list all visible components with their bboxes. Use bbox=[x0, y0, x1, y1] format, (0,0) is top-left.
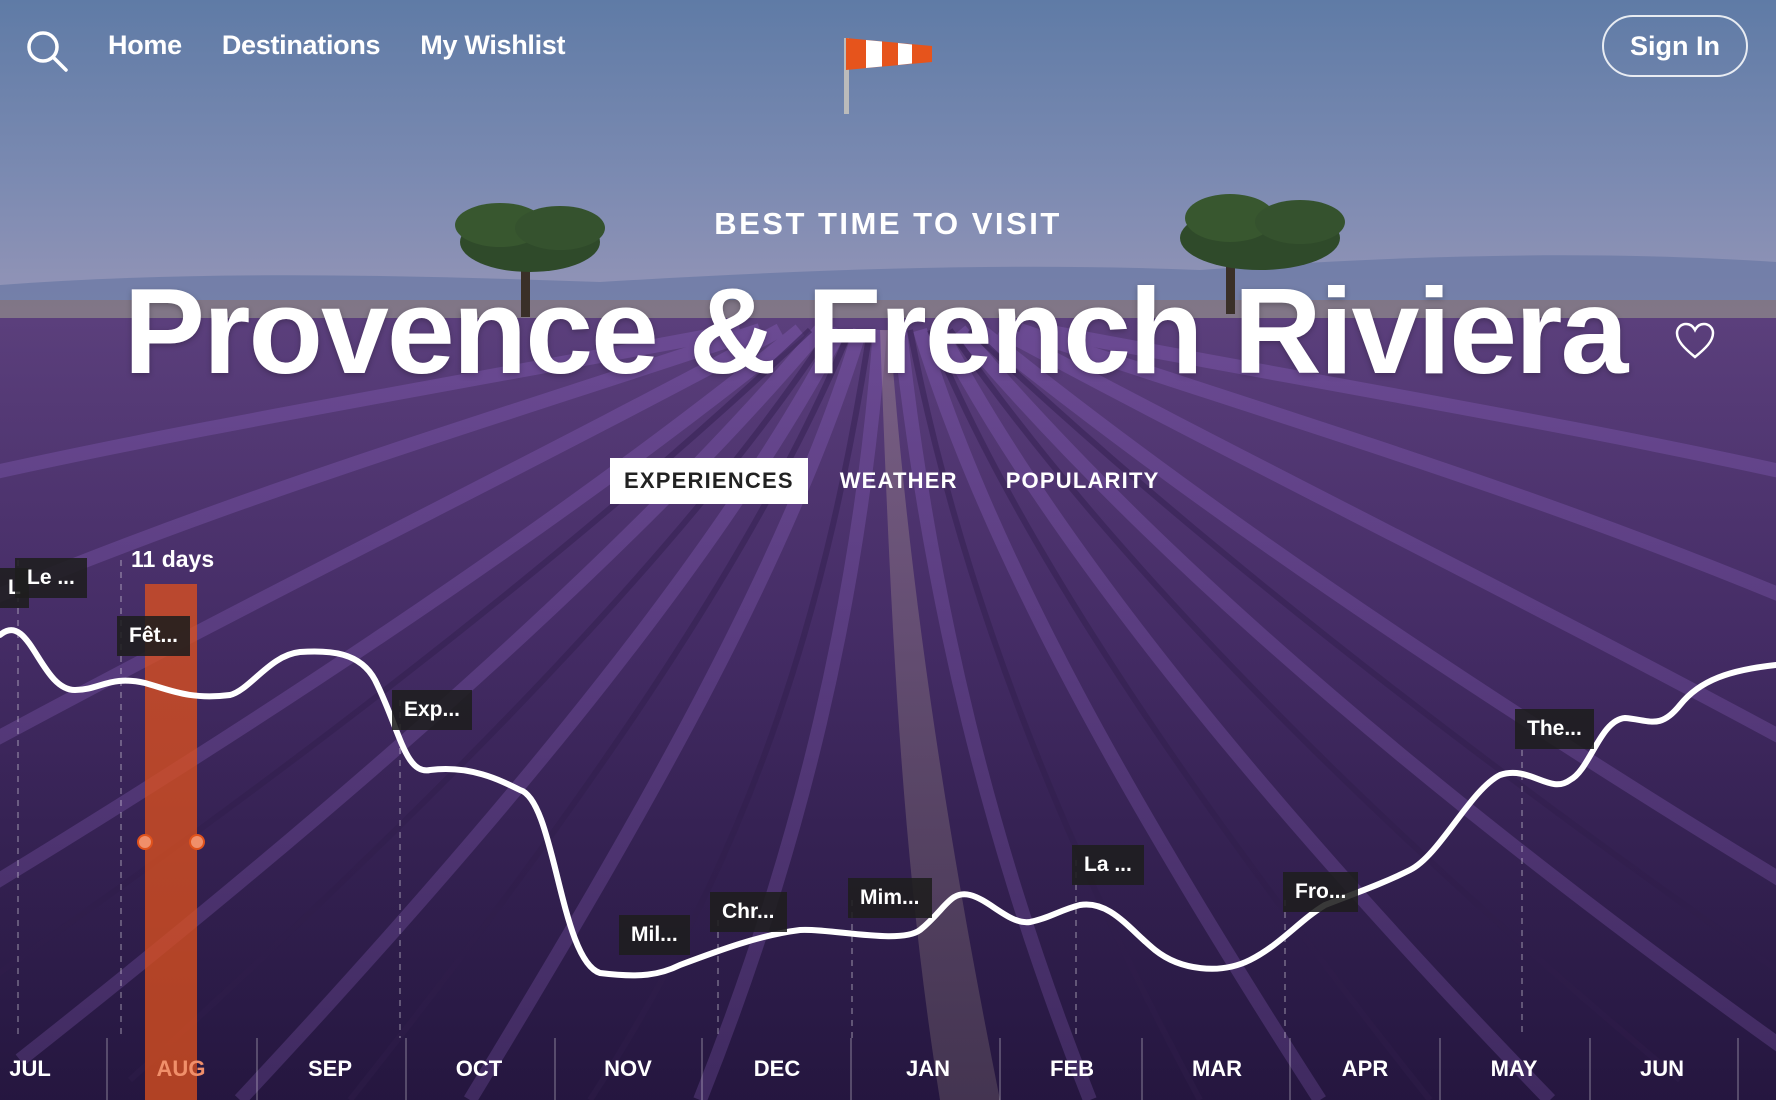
experience-tag[interactable]: Fêt... bbox=[117, 616, 191, 656]
selected-duration-label: 11 days bbox=[131, 546, 215, 572]
month-label-dec[interactable]: DEC bbox=[727, 1056, 827, 1082]
month-label-jan[interactable]: JAN bbox=[878, 1056, 978, 1082]
month-label-feb[interactable]: FEB bbox=[1022, 1056, 1122, 1082]
experience-timeline-chart bbox=[0, 560, 1776, 1100]
experience-tag[interactable]: Mil... bbox=[619, 915, 690, 955]
month-label-aug[interactable]: AUG bbox=[131, 1056, 231, 1082]
month-label-nov[interactable]: NOV bbox=[578, 1056, 678, 1082]
month-label-jun[interactable]: JUN bbox=[1612, 1056, 1712, 1082]
experience-tag[interactable]: Fro... bbox=[1283, 872, 1359, 912]
timeline-gridlines bbox=[17, 560, 1523, 1038]
experience-tag[interactable]: Chr... bbox=[710, 892, 787, 932]
experience-tag[interactable]: The... bbox=[1515, 709, 1594, 749]
experience-tag[interactable]: Mim... bbox=[848, 878, 932, 918]
month-axis: JUL AUG SEP OCT NOV DEC JAN FEB MAR APR … bbox=[0, 1038, 1776, 1100]
range-handle-right[interactable] bbox=[189, 834, 205, 850]
experience-tag[interactable]: Exp... bbox=[392, 690, 473, 730]
experience-tag[interactable]: La ... bbox=[1072, 845, 1144, 885]
experience-curve bbox=[0, 627, 1776, 979]
month-label-apr[interactable]: APR bbox=[1315, 1056, 1415, 1082]
month-label-may[interactable]: MAY bbox=[1464, 1056, 1564, 1082]
month-label-mar[interactable]: MAR bbox=[1167, 1056, 1267, 1082]
range-handle-left[interactable] bbox=[137, 834, 153, 850]
month-label-sep[interactable]: SEP bbox=[280, 1056, 380, 1082]
month-label-jul[interactable]: JUL bbox=[0, 1056, 80, 1082]
month-label-oct[interactable]: OCT bbox=[429, 1056, 529, 1082]
experience-tag[interactable]: Le ... bbox=[15, 558, 87, 598]
